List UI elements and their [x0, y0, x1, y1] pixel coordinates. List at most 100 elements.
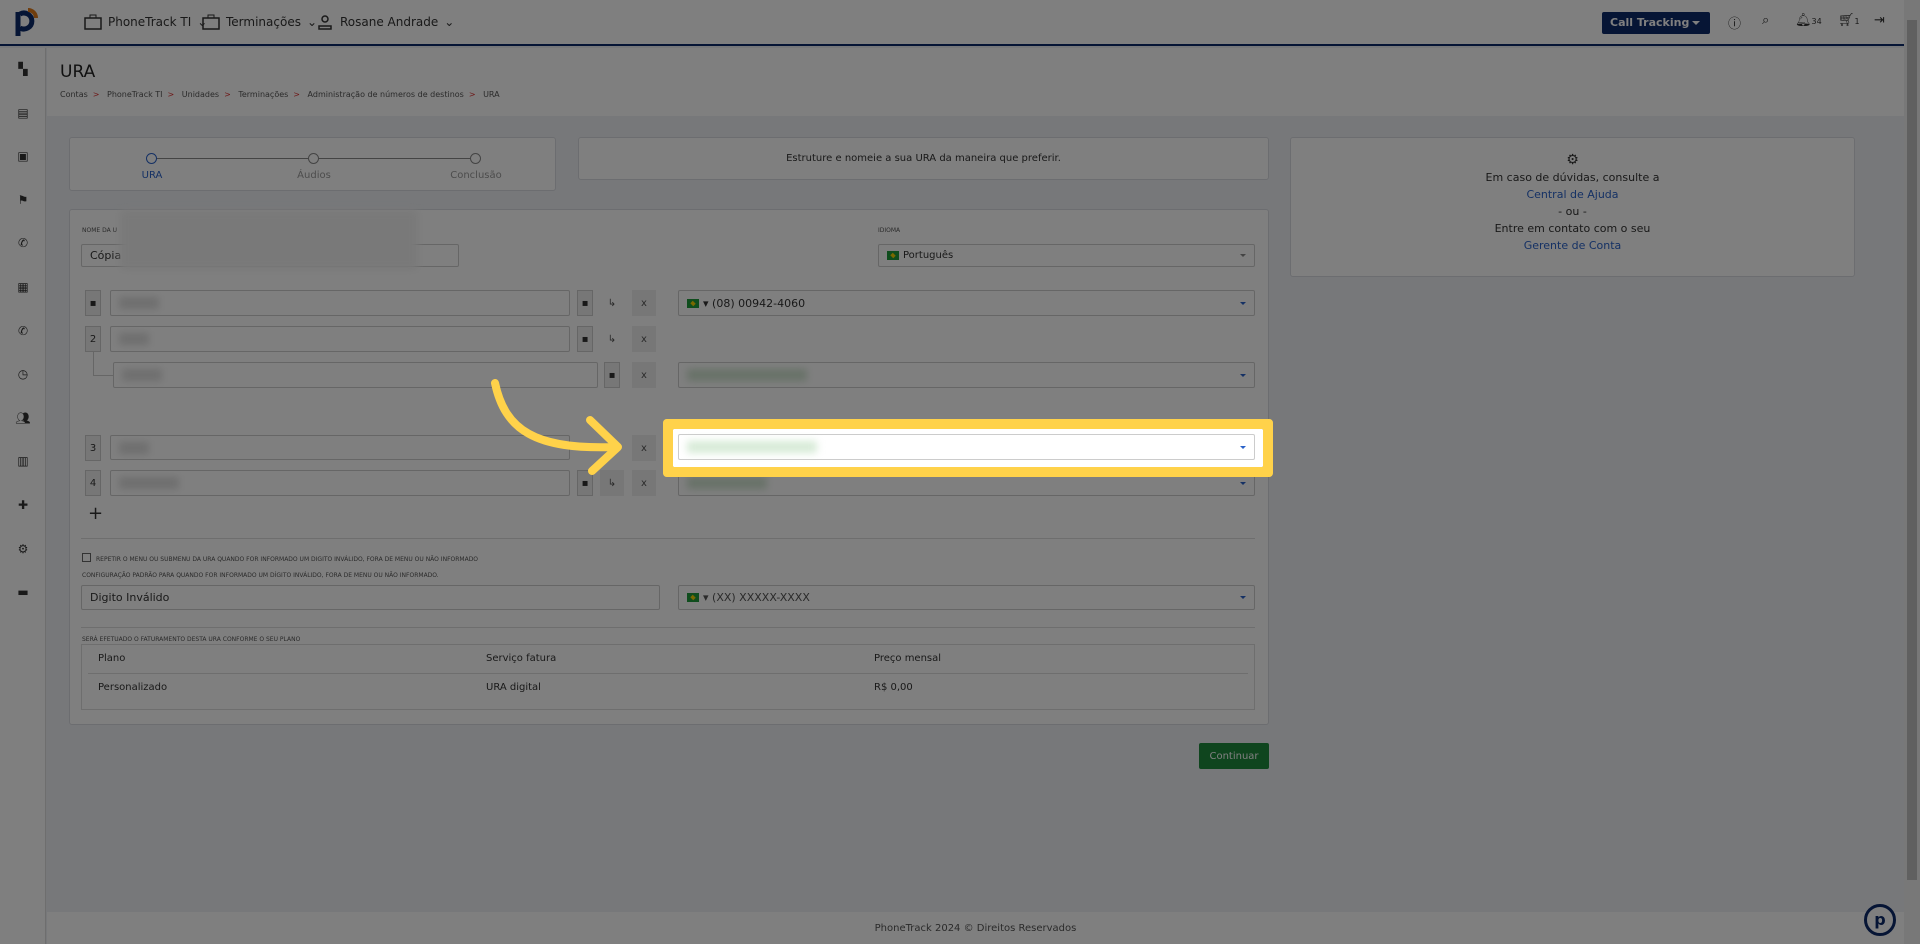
gear-icon[interactable]: ⚙	[14, 542, 32, 556]
contact-card-icon[interactable]: ▦	[14, 280, 32, 294]
help-text: Entre em contato com o seu	[1494, 222, 1651, 235]
step-label: Conclusão	[450, 170, 502, 181]
column-header: Serviço fatura	[486, 653, 557, 664]
remove-button[interactable]: x	[632, 326, 656, 352]
phone-icon[interactable]: ✆	[14, 324, 32, 338]
destination-select[interactable]: ▾ (08) 00942-4060	[678, 290, 1255, 316]
caret-down-icon	[1692, 21, 1700, 29]
or-text: - ou -	[1558, 205, 1587, 218]
step-label: URA	[141, 170, 163, 181]
repeat-menu-checkbox[interactable]	[82, 553, 91, 562]
column-header: Plano	[98, 653, 126, 664]
submenu-button[interactable]: ↳	[600, 326, 624, 352]
add-option-button[interactable]: +	[88, 503, 103, 524]
dashboard-icon[interactable]: ▚	[14, 62, 32, 76]
ura-name-value: Cópia	[90, 249, 122, 262]
account-manager-link[interactable]: Gerente de Conta	[1291, 237, 1854, 254]
phonetrack-logo[interactable]	[14, 8, 40, 38]
building-icon[interactable]: ▤	[14, 106, 32, 120]
nav-account[interactable]: PhoneTrack TI ⌄	[84, 14, 207, 30]
invalid-digit-value: Digito Inválido	[90, 591, 170, 604]
sidebar: ▚ ▤ ▣ ⚑ ✆ ▦ ✆ ◷ 👥︎ ▥ ✚ ⚙ ▬	[0, 48, 46, 944]
nav-terminations-label: Terminações	[226, 15, 301, 29]
cart-icon[interactable]: 🛒︎1	[1838, 13, 1860, 28]
briefcase-icon	[202, 14, 220, 30]
flag-icon	[887, 251, 899, 260]
logout-icon[interactable]: ⇥	[1874, 13, 1885, 28]
upload-icon[interactable]: ▪	[577, 326, 593, 352]
help-icon[interactable]: ⓘ	[1728, 13, 1741, 32]
breadcrumb-item[interactable]: Contas	[60, 90, 88, 99]
step-label: Áudios	[297, 170, 331, 181]
briefcase-icon[interactable]: ▣	[14, 149, 32, 163]
key-selector[interactable]: ▪	[85, 290, 101, 316]
tutorial-arrow-icon	[491, 379, 622, 475]
nav-user[interactable]: Rosane Andrade ⌄	[316, 14, 454, 30]
key-selector[interactable]: 4	[85, 470, 101, 496]
scrollbar[interactable]	[1904, 0, 1920, 944]
title-bar	[47, 48, 1904, 116]
key-selector[interactable]: 2	[85, 326, 101, 352]
destination-select[interactable]	[678, 362, 1255, 388]
redacted-area	[120, 210, 418, 270]
table-cell: URA digital	[486, 682, 541, 693]
remove-button[interactable]: x	[632, 290, 656, 316]
chevron-down-icon: ⌄	[444, 15, 455, 29]
product-select[interactable]: Call Tracking	[1602, 12, 1710, 34]
column-header: Preço mensal	[874, 653, 942, 664]
table-cell: Personalizado	[98, 682, 168, 693]
users-icon[interactable]: 👥︎	[14, 411, 32, 425]
page-title: URA	[60, 62, 96, 82]
footer: PhoneTrack 2024 © Direitos Reservados	[47, 912, 1904, 944]
store-icon[interactable]: ▬	[14, 585, 32, 599]
breadcrumb: Contas > PhoneTrack TI > Unidades > Termina…	[60, 90, 500, 99]
product-select-value: Call Tracking	[1610, 16, 1690, 29]
step-dot	[470, 153, 481, 164]
nav-user-label: Rosane Andrade	[340, 15, 439, 29]
key-selector[interactable]: 3	[85, 435, 101, 461]
help-text: Em caso de dúvidas, consulte a	[1485, 171, 1660, 184]
remove-button[interactable]: x	[632, 470, 656, 496]
search-icon[interactable]: ⌕	[1762, 13, 1769, 28]
notification-count: 34	[1811, 17, 1822, 26]
breadcrumb-item[interactable]: Terminações	[238, 90, 288, 99]
flag-icon	[687, 593, 699, 602]
top-header: PhoneTrack TI ⌄ Terminações ⌄ Rosane Andra…	[0, 0, 1904, 46]
language-select[interactable]: Português	[878, 244, 1255, 267]
language-value: Português	[903, 250, 954, 261]
list-icon[interactable]: ▥	[14, 454, 32, 468]
remove-button[interactable]: x	[632, 362, 656, 388]
tutorial-highlight	[673, 429, 1263, 467]
stepper: URA Áudios Conclusão	[69, 137, 556, 191]
gear-icon: ⚙	[1566, 152, 1579, 168]
upload-icon[interactable]: ▪	[577, 290, 593, 316]
default-config-label: CONFIGURAÇÃO PADRÃO PARA QUANDO FOR INFO…	[82, 572, 439, 579]
name-label: NOME DA U	[82, 227, 118, 234]
language-label: IDIOMA	[878, 227, 901, 234]
flag-icon[interactable]: ⚑	[14, 193, 32, 207]
puzzle-icon[interactable]: ✚	[14, 498, 32, 512]
breadcrumb-item[interactable]: PhoneTrack TI	[107, 90, 163, 99]
destination-select[interactable]	[678, 470, 1255, 496]
billing-table: Plano Serviço fatura Preço mensal Person…	[81, 644, 1255, 710]
history-icon[interactable]: ◷	[14, 367, 32, 381]
billing-label: SERÁ EFETUADO O FATURAMENTO DESTA URA CO…	[82, 636, 301, 643]
step-dot	[308, 153, 319, 164]
breadcrumb-item[interactable]: Administração de números de destinos	[308, 90, 464, 99]
nav-terminations[interactable]: Terminações ⌄	[202, 14, 317, 30]
invalid-digit-destination-select[interactable]: ▾ (XX) XXXXX-XXXX	[678, 585, 1255, 610]
help-center-link[interactable]: Central de Ajuda	[1291, 186, 1854, 203]
invalid-digit-input[interactable]: Digito Inválido	[81, 585, 660, 610]
remove-button[interactable]: x	[632, 435, 656, 461]
phone-icon[interactable]: ✆	[14, 236, 32, 250]
option-name-input[interactable]	[110, 290, 570, 316]
submenu-button[interactable]: ↳	[600, 290, 624, 316]
option-name-input[interactable]	[110, 326, 570, 352]
continue-button[interactable]: Continuar	[1199, 743, 1269, 769]
user-icon	[318, 15, 332, 30]
chat-widget-icon[interactable]: p	[1864, 904, 1896, 936]
bell-icon[interactable]: 🔔︎34	[1795, 13, 1822, 28]
key-label: 2	[89, 333, 97, 345]
breadcrumb-item: URA	[483, 90, 500, 99]
breadcrumb-item[interactable]: Unidades	[182, 90, 219, 99]
